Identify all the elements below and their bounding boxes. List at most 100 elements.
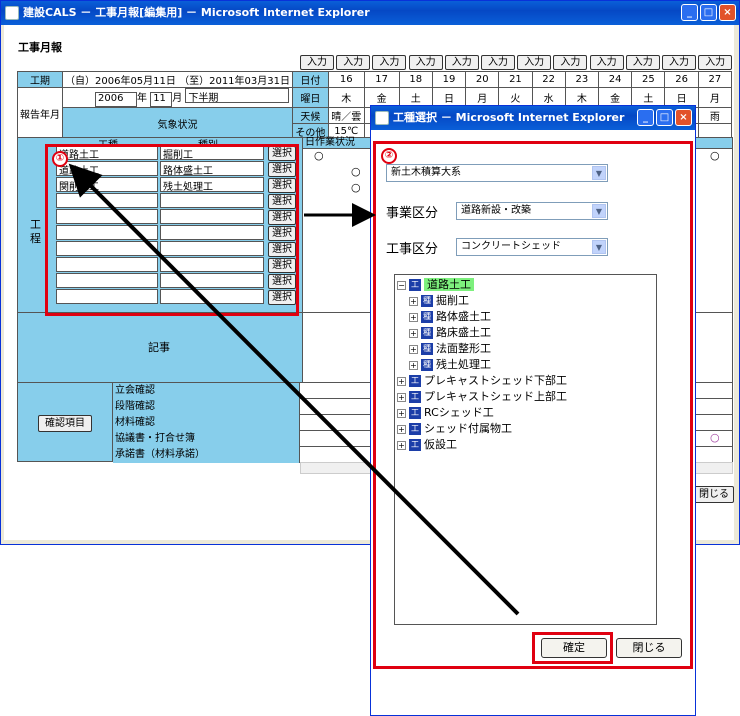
tree-node[interactable]: + 工プレキャストシェッド下部工	[397, 373, 567, 389]
input-button[interactable]: 入力	[698, 55, 733, 70]
tree-child-node[interactable]: + 種残土処理工	[409, 357, 491, 373]
expand-icon[interactable]: +	[409, 296, 418, 306]
day-wx-cell: 晴／雲	[327, 107, 365, 124]
expand-icon[interactable]: +	[409, 360, 418, 370]
confirm-item-label: 段階確認	[113, 399, 300, 415]
report-half-field[interactable]: 下半期	[185, 88, 290, 104]
business-select[interactable]: 道路新設・改築 ▼	[456, 202, 608, 220]
expand-icon[interactable]: +	[397, 376, 406, 386]
folder-icon: 工	[409, 391, 421, 403]
dialog-minimize-button[interactable]: _	[637, 109, 654, 126]
chevron-down-icon: ▼	[592, 204, 606, 218]
dialog-close-window-button[interactable]: ×	[675, 109, 692, 126]
folder-icon: 工	[409, 375, 421, 387]
expand-icon[interactable]: +	[397, 408, 406, 418]
day-d-cell: 18	[398, 71, 433, 88]
item-icon: 種	[421, 359, 433, 371]
mark-4[interactable]: ○	[710, 149, 720, 162]
tree-child-node[interactable]: + 種路体盛土工	[409, 309, 491, 325]
folder-icon: 工	[409, 423, 421, 435]
day-w-cell: 月	[697, 87, 733, 108]
period-to-label: （至）	[179, 76, 210, 87]
tree-child-node[interactable]: + 種路床盛土工	[409, 325, 491, 341]
system-select[interactable]: 新土木積算大系 ▼	[386, 164, 608, 182]
year-unit: 年	[137, 93, 147, 104]
ie-icon	[375, 111, 389, 125]
ie-icon	[5, 6, 19, 20]
period-to: 2011年03月31日	[209, 76, 290, 87]
input-button[interactable]: 入力	[408, 55, 443, 70]
report-month-label: 報告年月	[17, 87, 63, 140]
maximize-button[interactable]: □	[700, 4, 717, 21]
period-from-label: （自）	[65, 76, 95, 87]
input-button[interactable]: 入力	[662, 55, 696, 70]
day-d-cell: 17	[363, 71, 400, 88]
ok-button[interactable]: 確定	[541, 638, 607, 658]
expand-icon[interactable]: +	[397, 392, 406, 402]
weather-row-label: 天候	[292, 107, 329, 124]
input-button[interactable]: 入力	[300, 55, 334, 70]
highlight-koshu	[45, 144, 299, 316]
tree-root[interactable]: − 工道路土工	[397, 277, 474, 293]
input-button[interactable]: 入力	[553, 55, 588, 70]
confirm-items-button[interactable]: 確認項目	[38, 415, 92, 432]
period-from: 2006年05月11日	[95, 76, 176, 87]
day-d-cell: 21	[498, 71, 533, 88]
folder-icon: 工	[409, 439, 421, 451]
weather-label: 気象状況	[62, 107, 293, 140]
input-button[interactable]: 入力	[444, 55, 479, 70]
tree-node[interactable]: + 工 RCシェッド工	[397, 405, 494, 421]
chevron-down-icon: ▼	[592, 166, 606, 180]
report-month-field[interactable]: 11	[150, 92, 173, 107]
expand-icon[interactable]: +	[397, 440, 406, 450]
report-year-field[interactable]: 2006	[95, 92, 137, 107]
item-icon: 種	[421, 343, 433, 355]
input-button[interactable]: 入力	[517, 55, 552, 70]
mark-3[interactable]: ○	[351, 181, 361, 194]
day-w-cell: 木	[327, 87, 365, 108]
mark-1[interactable]: ○	[314, 149, 324, 162]
main-window-title: 建設CALS － 工事月報[編集用] － Microsoft Internet …	[23, 6, 370, 19]
dialog-close-button[interactable]: 閉じる	[616, 638, 682, 658]
confirm-item-label: 承諾書（材料承諾）	[113, 447, 300, 463]
confirm-block: 確認項目	[17, 383, 113, 462]
close-window-button[interactable]: ×	[719, 4, 736, 21]
input-button[interactable]: 入力	[372, 55, 407, 70]
item-icon: 種	[421, 327, 433, 339]
weekday-label: 曜日	[292, 87, 329, 108]
month-unit: 月	[172, 93, 183, 104]
koshu-section-label: 工程	[30, 218, 41, 245]
folder-icon: 工	[409, 407, 421, 419]
input-button[interactable]: 入力	[625, 55, 660, 70]
page-title: 工事月報	[18, 41, 62, 54]
minimize-button[interactable]: _	[681, 4, 698, 21]
confirm-item-label: 材料確認	[113, 415, 300, 431]
expand-icon[interactable]: +	[397, 424, 406, 434]
input-button[interactable]: 入力	[589, 55, 624, 70]
dialog-maximize-button[interactable]: □	[656, 109, 673, 126]
expand-icon[interactable]: +	[409, 344, 418, 354]
tree-child-node[interactable]: + 種掘削工	[409, 293, 469, 309]
tree-node[interactable]: + 工仮設工	[397, 437, 457, 453]
tree-node[interactable]: + 工プレキャストシェッド上部工	[397, 389, 567, 405]
confirm-item-label: 立会確認	[113, 383, 300, 399]
day-wx-cell: 雨	[697, 107, 733, 124]
expand-icon[interactable]: +	[409, 328, 418, 338]
folder-icon: 工	[409, 279, 421, 291]
tree-node[interactable]: + 工シェッド付属物工	[397, 421, 512, 437]
day-d-cell: 19	[431, 71, 467, 88]
expand-icon[interactable]: +	[409, 312, 418, 322]
kiji-label: 記事	[148, 341, 170, 354]
mark-2[interactable]: ○	[351, 165, 361, 178]
tree-child-node[interactable]: + 種法面整形工	[409, 341, 491, 357]
input-button[interactable]: 入力	[336, 55, 371, 70]
close-main-button[interactable]: 閉じる	[694, 486, 734, 503]
input-button[interactable]: 入力	[481, 55, 515, 70]
work-select[interactable]: コンクリートシェッド ▼	[456, 238, 608, 256]
koshu-tree: − 工道路土工 + 種掘削工 + 種路体盛土工 + 種路床盛土工 + 種法面整形工 + 種残土処理工…	[394, 274, 657, 625]
day-d-cell: 25	[631, 71, 666, 88]
collapse-icon[interactable]: −	[397, 280, 406, 290]
callout-1: ①	[52, 151, 68, 167]
day-d-cell: 26	[664, 71, 699, 88]
day-d-cell: 20	[465, 71, 500, 88]
